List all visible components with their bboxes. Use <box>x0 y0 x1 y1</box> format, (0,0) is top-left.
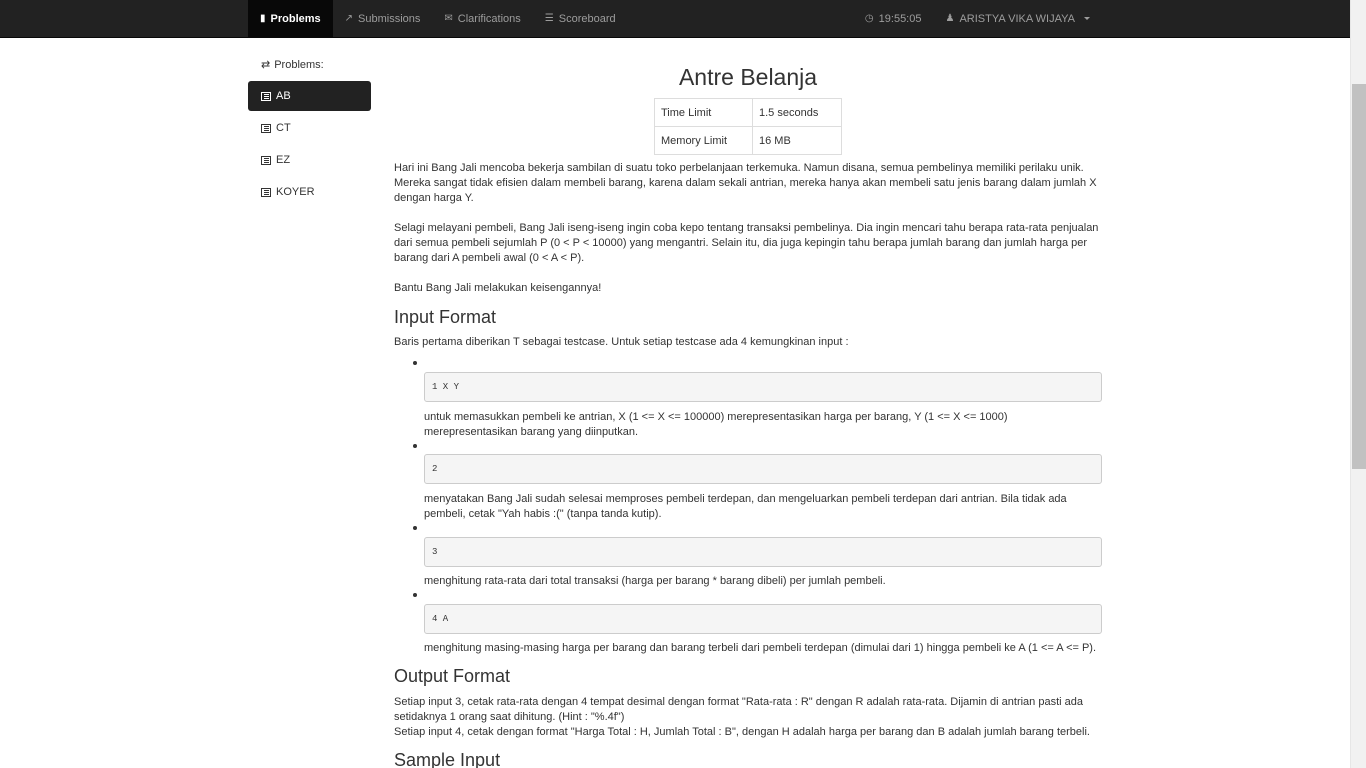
sidebar-item-ab[interactable]: AB <box>248 81 371 111</box>
limit-value: 16 MB <box>752 126 842 155</box>
nav-scoreboard[interactable]: ☰ Scoreboard <box>533 0 628 37</box>
bullet <box>413 444 417 448</box>
nav-problems[interactable]: ▮ Problems <box>248 0 333 37</box>
limit-label: Time Limit <box>654 98 753 127</box>
user-menu[interactable]: ♟ ARISTYA VIKA WIJAYA <box>933 0 1102 37</box>
input-format-heading: Input Format <box>394 307 497 327</box>
list-icon <box>261 187 271 197</box>
nav-submissions[interactable]: ↗ Submissions <box>333 0 433 37</box>
book-icon: ▮ <box>260 12 266 24</box>
scrollbar-thumb[interactable] <box>1352 84 1366 469</box>
problem-title: Antre Belanja <box>678 64 818 90</box>
nav-clarifications[interactable]: ✉ Clarifications <box>432 0 532 37</box>
caret-down-icon <box>1084 17 1090 20</box>
share-icon: ↗ <box>344 12 354 24</box>
case-description: menghitung masing-masing harga per baran… <box>424 642 1097 654</box>
sidebar-item-label: AB <box>276 90 291 102</box>
envelope-icon: ✉ <box>444 12 453 24</box>
output-paragraph-1: Setiap input 3, cetak rata-rata dengan 4… <box>394 696 1083 723</box>
paragraph-call: Bantu Bang Jali melakukan keisengannya! <box>394 282 602 294</box>
sample-input-heading: Sample Input <box>394 750 501 768</box>
top-navbar: ▮ Problems ↗ Submissions ✉ Clarification… <box>0 0 1350 38</box>
problem-sidebar: ⇄ Problems: AB CT EZ KOYER <box>248 50 371 207</box>
limit-label: Memory Limit <box>654 126 753 155</box>
output-format-heading: Output Format <box>394 666 511 686</box>
bullet <box>413 526 417 530</box>
code-block: 3 <box>424 537 1102 567</box>
sidebar-item-ez[interactable]: EZ <box>248 145 371 175</box>
nav-clarifications-label: Clarifications <box>457 12 521 25</box>
sidebar-item-label: EZ <box>276 154 291 166</box>
input-intro: Baris pertama diberikan T sebagai testca… <box>394 336 849 348</box>
page-scrollbar[interactable] <box>1350 0 1366 768</box>
code-block: 2 <box>424 454 1102 484</box>
user-icon: ♟ <box>945 12 955 24</box>
list-icon <box>261 91 271 101</box>
list-icon: ☰ <box>544 12 554 24</box>
problem-statement: Antre Belanja Time Limit 1.5 seconds Mem… <box>394 50 1102 155</box>
sidebar-item-koyer[interactable]: KOYER <box>248 177 371 207</box>
sidebar-item-label: KOYER <box>276 186 315 198</box>
sidebar-heading: ⇄ Problems: <box>248 50 371 79</box>
paragraph-story: Selagi melayani pembeli, Bang Jali iseng… <box>394 222 1099 264</box>
clock-time: 19:55:05 <box>878 12 922 25</box>
clock-icon: ◷ <box>864 12 874 24</box>
sidebar-item-ct[interactable]: CT <box>248 113 371 143</box>
table-row: Time Limit 1.5 seconds <box>654 98 842 127</box>
case-description: menghitung rata-rata dari total transaks… <box>424 575 886 587</box>
list-icon <box>261 123 271 133</box>
table-row: Memory Limit 16 MB <box>654 126 842 155</box>
case-description: untuk memasukkan pembeli ke antrian, X (… <box>424 411 1008 438</box>
sidebar-heading-label: Problems: <box>274 58 324 71</box>
shuffle-icon: ⇄ <box>261 59 271 71</box>
code-block: 1 X Y <box>424 372 1102 402</box>
output-paragraph-2: Setiap input 4, cetak dengan format "Har… <box>394 726 1090 738</box>
user-name: ARISTYA VIKA WIJAYA <box>959 12 1075 25</box>
nav-problems-label: Problems <box>270 12 321 25</box>
code-block: 4 A <box>424 604 1102 634</box>
limits-table: Time Limit 1.5 seconds Memory Limit 16 M… <box>654 98 842 155</box>
bullet <box>413 361 417 365</box>
bullet <box>413 593 417 597</box>
limit-value: 1.5 seconds <box>752 98 842 127</box>
nav-submissions-label: Submissions <box>358 12 421 25</box>
sidebar-item-label: CT <box>276 122 291 134</box>
paragraph-intro: Hari ini Bang Jali mencoba bekerja sambi… <box>394 162 1097 204</box>
nav-scoreboard-label: Scoreboard <box>558 12 616 25</box>
clock: ◷ 19:55:05 <box>853 0 934 37</box>
list-icon <box>261 155 271 165</box>
case-description: menyatakan Bang Jali sudah selesai mempr… <box>424 493 1067 520</box>
